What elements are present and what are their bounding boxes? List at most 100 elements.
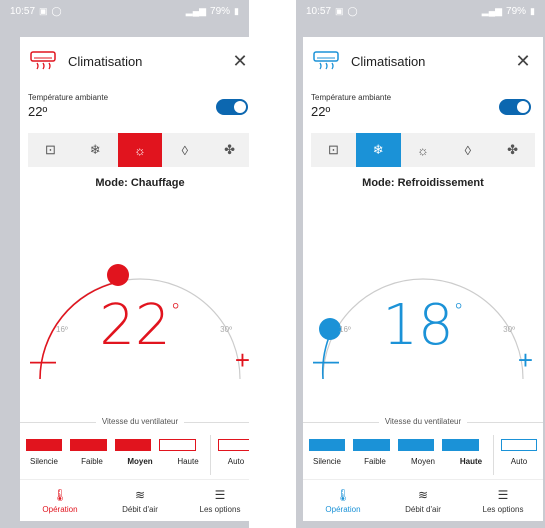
status-bar: 10:57 ▣ ◯ ▂▄▆ 79% ▮ <box>0 0 249 22</box>
battery-level: 79% <box>506 5 527 17</box>
status-time: 10:57 <box>306 5 332 17</box>
phone-screen-heating: 10:57 ▣ ◯ ▂▄▆ 79% ▮ Climatisation ✕ Temp… <box>0 0 249 528</box>
fan-speed-auto[interactable] <box>500 439 538 451</box>
toggle-knob <box>517 101 529 113</box>
bottom-nav: 🌡 Opération ≋ Débit d'air ☰ Les options <box>303 479 543 521</box>
page-title: Climatisation <box>68 53 143 69</box>
nav-operation[interactable]: 🌡 Opération <box>303 480 383 521</box>
mode-auto-button[interactable]: ⊡ <box>28 133 73 167</box>
fan-speed-title: Vitesse du ventilateur <box>303 417 543 426</box>
nav-operation-label: Opération <box>42 504 78 514</box>
power-toggle[interactable] <box>499 99 531 115</box>
nav-options-label: Les options <box>199 504 241 514</box>
fan-label-auto: Auto <box>227 457 245 466</box>
header: Climatisation ✕ <box>311 47 535 75</box>
mode-cool-button[interactable]: ❄ <box>355 133 401 167</box>
mode-label: Mode: Refroidissement <box>362 177 484 189</box>
gallery-icon: ▣ <box>39 5 48 16</box>
nav-airflow[interactable]: ≋ Débit d'air <box>100 480 180 521</box>
increase-temp-button[interactable]: + <box>235 345 249 376</box>
status-time: 10:57 <box>10 5 36 17</box>
ambient-temperature-row: Température ambiante 22º <box>28 93 249 127</box>
fan-separator <box>493 435 494 475</box>
signal-icon: ▂▄▆ <box>481 5 503 16</box>
setpoint-value: 18 <box>382 293 454 358</box>
fan-speed-labels: Silencie Faible Moyen Haute Auto <box>303 457 543 466</box>
fan-icon: ✤ <box>507 142 519 157</box>
nav-airflow-label: Débit d'air <box>122 504 158 514</box>
sun-icon: ☼ <box>417 142 429 158</box>
thermometer-icon: 🌡 <box>335 487 351 502</box>
setpoint-display: 18° <box>303 293 543 358</box>
fan-separator <box>210 435 211 475</box>
signal-icon: ▂▄▆ <box>185 5 207 16</box>
mode-heat-button[interactable]: ☼ <box>117 133 163 167</box>
page-title: Climatisation <box>351 53 426 69</box>
mode-fan-button[interactable]: ✤ <box>490 133 535 167</box>
close-icon[interactable]: ✕ <box>228 51 249 72</box>
fan-speed-medium[interactable] <box>114 439 152 451</box>
droplet-icon: ◊ <box>464 142 471 158</box>
fan-speed-labels: Silencie Faible Moyen Haute Auto <box>20 457 249 466</box>
nav-operation[interactable]: 🌡 Opération <box>20 480 100 521</box>
power-toggle[interactable] <box>216 99 248 115</box>
climate-card: Climatisation ✕ Température ambiante 22º… <box>303 37 543 521</box>
bottom-nav: 🌡 Opération ≋ Débit d'air ☰ Les options <box>20 479 249 521</box>
fan-speed-low[interactable] <box>70 439 107 451</box>
snowflake-icon: ❄ <box>372 142 384 157</box>
auto-mode-icon: ⊡ <box>327 142 339 157</box>
close-icon[interactable]: ✕ <box>511 51 535 72</box>
nav-options[interactable]: ☰ Les options <box>180 480 249 521</box>
battery-icon: ▮ <box>530 5 535 16</box>
nav-airflow[interactable]: ≋ Débit d'air <box>383 480 463 521</box>
fan-speed-title: Vitesse du ventilateur <box>20 417 249 426</box>
air-conditioner-icon <box>28 49 58 73</box>
fan-speed-medium[interactable] <box>397 439 435 451</box>
nav-airflow-label: Débit d'air <box>405 504 441 514</box>
mode-dry-button[interactable]: ◊ <box>162 133 207 167</box>
mode-fan-button[interactable]: ✤ <box>207 133 249 167</box>
whatsapp-icon: ◯ <box>347 5 358 16</box>
dial-handle <box>107 264 129 286</box>
fan-speed-high[interactable] <box>159 439 196 451</box>
increase-temp-button[interactable]: + <box>518 345 533 376</box>
mode-auto-button[interactable]: ⊡ <box>311 133 356 167</box>
sun-icon: ☼ <box>134 142 146 158</box>
decrease-temp-button[interactable]: — <box>313 345 339 376</box>
decrease-temp-button[interactable]: — <box>30 345 56 376</box>
mode-cool-button[interactable]: ❄ <box>73 133 118 167</box>
nav-options[interactable]: ☰ Les options <box>463 480 543 521</box>
phone-screen-cooling: 10:57 ▣ ◯ ▂▄▆ 79% ▮ Climatisation ✕ Temp… <box>296 0 545 528</box>
nav-operation-label: Opération <box>325 504 361 514</box>
airflow-icon: ≋ <box>417 487 429 502</box>
fan-label-medium: Moyen <box>410 457 435 466</box>
fan-speed-high[interactable] <box>442 439 479 451</box>
whatsapp-icon: ◯ <box>51 5 62 16</box>
degree-symbol: ° <box>170 299 181 323</box>
ambient-temperature-row: Température ambiante 22º <box>311 93 535 127</box>
degree-symbol: ° <box>453 299 464 323</box>
auto-mode-icon: ⊡ <box>44 142 56 157</box>
fan-label-auto: Auto <box>510 457 528 466</box>
fan-label-high: Haute <box>459 457 483 466</box>
toggle-knob <box>234 101 246 113</box>
fan-speed-silent[interactable] <box>26 439 63 451</box>
fan-speed-silent[interactable] <box>309 439 346 451</box>
fan-speed-low[interactable] <box>353 439 390 451</box>
air-conditioner-icon <box>311 49 341 73</box>
fan-label-medium: Moyen <box>127 457 153 466</box>
setpoint-value: 22 <box>99 293 171 358</box>
gallery-icon: ▣ <box>335 5 344 16</box>
fan-label-silent: Silencie <box>29 457 58 466</box>
mode-heat-button[interactable]: ☼ <box>401 133 446 167</box>
fan-speed-bars <box>26 439 249 453</box>
mode-selector: ⊡ ❄ ☼ ◊ ✤ <box>311 133 535 167</box>
fan-speed-auto[interactable] <box>217 439 249 451</box>
snowflake-icon: ❄ <box>89 142 101 157</box>
mode-dry-button[interactable]: ◊ <box>445 133 490 167</box>
options-icon: ☰ <box>214 487 226 502</box>
climate-card: Climatisation ✕ Température ambiante 22º… <box>20 37 249 521</box>
status-bar: 10:57 ▣ ◯ ▂▄▆ 79% ▮ <box>296 0 545 22</box>
